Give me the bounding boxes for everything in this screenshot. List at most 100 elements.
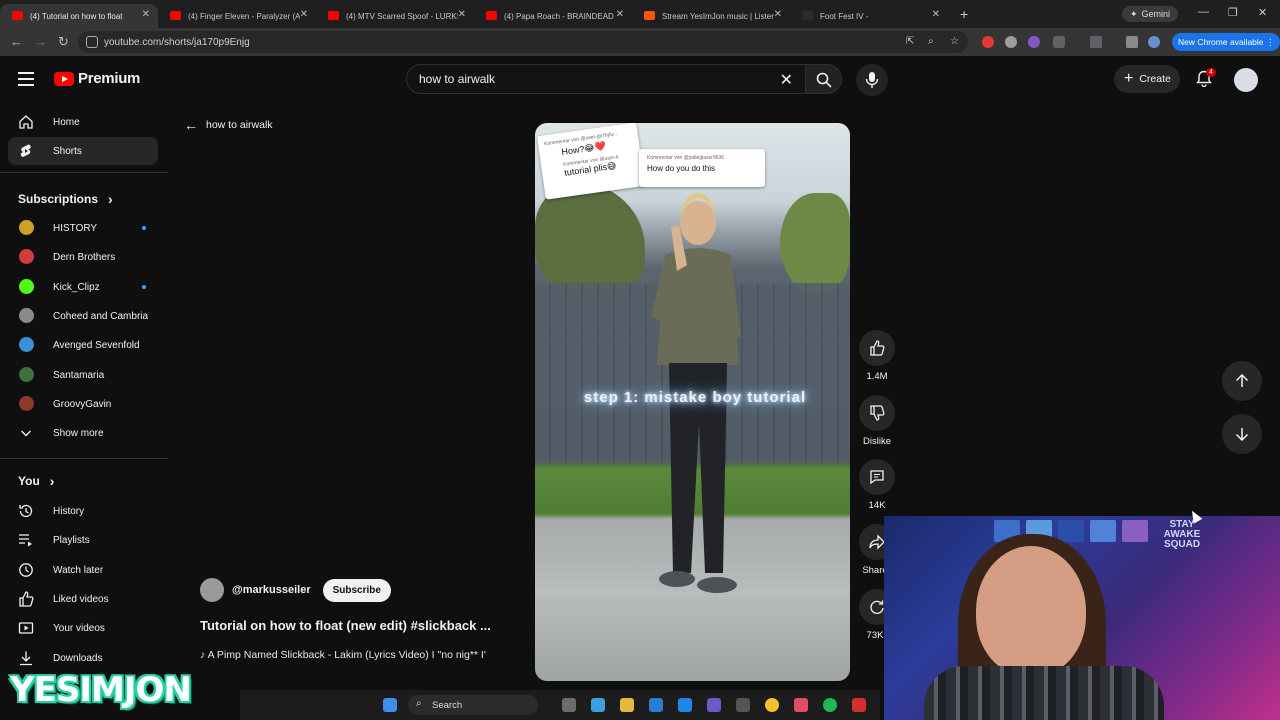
sidebar-item-groovygavin[interactable]: GroovyGavin [8,390,158,418]
account-avatar[interactable] [1234,68,1258,92]
clear-search-icon[interactable]: ✕ [780,70,793,90]
close-tab-icon[interactable]: ✕ [300,9,308,20]
sidebar-item-liked-videos[interactable]: Liked videos [8,585,158,613]
sidebar-item-kick-clipz[interactable]: Kick_Clipz [8,273,158,301]
extension-icon[interactable] [1005,36,1017,48]
browser-tab[interactable]: Foot Fest IV - ✕ [790,4,948,28]
site-info-icon[interactable] [86,36,98,48]
close-tab-icon[interactable]: ✕ [142,9,150,20]
tab-title: (4) Papa Roach - BRAINDEAD ( [504,11,616,21]
search-button[interactable] [806,64,842,94]
search-input[interactable]: how to airwalk ✕ [406,64,806,94]
extensions-puzzle-icon[interactable] [1053,36,1065,48]
microphone-icon [865,72,879,88]
gemini-button[interactable]: ✦ Gemini [1122,6,1179,22]
previous-short-button[interactable] [1222,361,1262,401]
close-tab-icon[interactable]: ✕ [932,9,940,20]
poster-art [1090,520,1116,542]
sidebar-icon[interactable] [1090,36,1102,48]
channel-avatar[interactable] [200,578,224,602]
sidebar-item-downloads[interactable]: Downloads [8,644,158,672]
show-more-button[interactable]: Show more [8,419,158,447]
maximize-icon[interactable]: ❐ [1228,6,1238,19]
comments-button[interactable]: 14K [858,459,896,511]
chrome-icon[interactable] [765,698,779,712]
windows-start-icon[interactable] [383,698,397,712]
short-title[interactable]: Tutorial on how to float (new edit) #sli… [200,618,491,633]
youtube-logo[interactable]: Premium [54,70,140,87]
sidebar-item-your-videos[interactable]: Your videos [8,614,158,642]
app-icon[interactable] [736,698,750,712]
sidebar-item-dern-brothers[interactable]: Dern Brothers [8,243,158,271]
voice-search-button[interactable] [856,64,888,96]
store-icon[interactable] [649,698,663,712]
sidebar-item-coheed-and-cambria[interactable]: Coheed and Cambria [8,302,158,330]
browser-tab[interactable]: (4) Papa Roach - BRAINDEAD (✕ [474,4,632,28]
create-button[interactable]: + Create [1114,65,1180,93]
chevron-down-icon [18,425,34,441]
taskbar-search[interactable]: ⌕ Search [408,695,538,715]
tab-title: Stream YesImJon music | Listen [662,11,774,21]
bookmark-star-icon[interactable]: ☆ [950,36,959,47]
file-explorer-icon[interactable] [620,698,634,712]
short-video-player[interactable]: Kommentar von @user-gb7bj5z... How?😂❤️ K… [535,123,850,681]
app-icon[interactable] [794,698,808,712]
extension-icon[interactable] [1028,36,1040,48]
channel-handle[interactable]: @markusseiler [232,584,311,596]
like-button[interactable]: 1.4M [858,330,896,382]
subscribe-button[interactable]: Subscribe [322,578,391,602]
you-section-header[interactable]: You › [18,473,54,489]
teams-icon[interactable] [707,698,721,712]
next-short-button[interactable] [1222,414,1262,454]
sidebar-item-label: Home [53,117,80,128]
browser-tab[interactable]: (4) MTV Scarred Spoof - LURKS ✕ [316,4,474,28]
sidebar-item-home[interactable]: Home [8,108,158,136]
copilot-icon[interactable] [591,698,605,712]
tab-title: (4) Tutorial on how to float [30,11,123,21]
dislike-button[interactable]: Dislike [858,395,896,447]
subscriptions-header[interactable]: Subscriptions › [18,191,113,207]
tab-title: (4) MTV Scarred Spoof - LURKS [346,11,458,21]
zoom-icon[interactable]: ⌕ [928,36,934,47]
profile-icon[interactable] [1148,36,1160,48]
minimize-icon[interactable]: — [1198,6,1209,18]
tab-favicon-icon [170,11,181,20]
browser-tab[interactable]: (4) Tutorial on how to float ✕ [0,4,158,28]
forward-icon[interactable]: → [34,34,47,49]
close-tab-icon[interactable]: ✕ [774,9,782,20]
close-window-icon[interactable]: ✕ [1258,6,1267,19]
sidebar-item-history[interactable]: History [8,497,158,525]
back-icon[interactable]: ← [10,34,23,49]
your-videos-icon [18,620,34,636]
new-tab-icon[interactable]: + [960,6,968,22]
browser-tab[interactable]: (4) Finger Eleven - Paralyzer (A ✕ [158,4,316,28]
sidebar-item-shorts[interactable]: Shorts [8,137,158,165]
close-tab-icon[interactable]: ✕ [458,9,466,20]
back-to-search-link[interactable]: ← how to airwalk [184,117,273,133]
sidebar-item-watch-later[interactable]: Watch later [8,556,158,584]
music-link[interactable]: ♪ A Pimp Named Slickback - Lakim (Lyrics… [200,649,524,661]
extension-icon[interactable] [982,36,994,48]
chevron-right-icon: › [108,191,113,207]
reload-icon[interactable]: ↻ [58,34,69,50]
task-view-icon[interactable] [562,698,576,712]
menu-icon[interactable] [18,72,34,90]
address-bar[interactable]: youtube.com/shorts/ja170p9Enjg ⇱ ⌕ ☆ [78,31,968,53]
arrow-left-icon: ← [184,117,198,133]
browser-tab[interactable]: Stream YesImJon music | Listen ✕ [632,4,790,28]
obs-icon[interactable] [852,698,866,712]
sidebar-item-santamaria[interactable]: Santamaria [8,361,158,389]
sidebar-item-avenged-sevenfold[interactable]: Avenged Sevenfold [8,331,158,359]
divider [0,458,168,459]
close-tab-icon[interactable]: ✕ [616,9,624,20]
new-content-dot [142,284,146,289]
mail-icon[interactable] [678,698,692,712]
spotify-icon[interactable] [823,698,837,712]
notification-count-badge: 4 [1206,68,1216,77]
new-chrome-available-button[interactable]: New Chrome available ⋮ [1172,33,1280,51]
media-icon[interactable] [1126,36,1138,48]
comment-sticker: Kommentar von @jodieglazer9636 How do yo… [639,149,765,187]
install-icon[interactable]: ⇱ [906,36,914,47]
sidebar-item-playlists[interactable]: Playlists [8,526,158,554]
sidebar-item-history[interactable]: HISTORY [8,214,158,242]
